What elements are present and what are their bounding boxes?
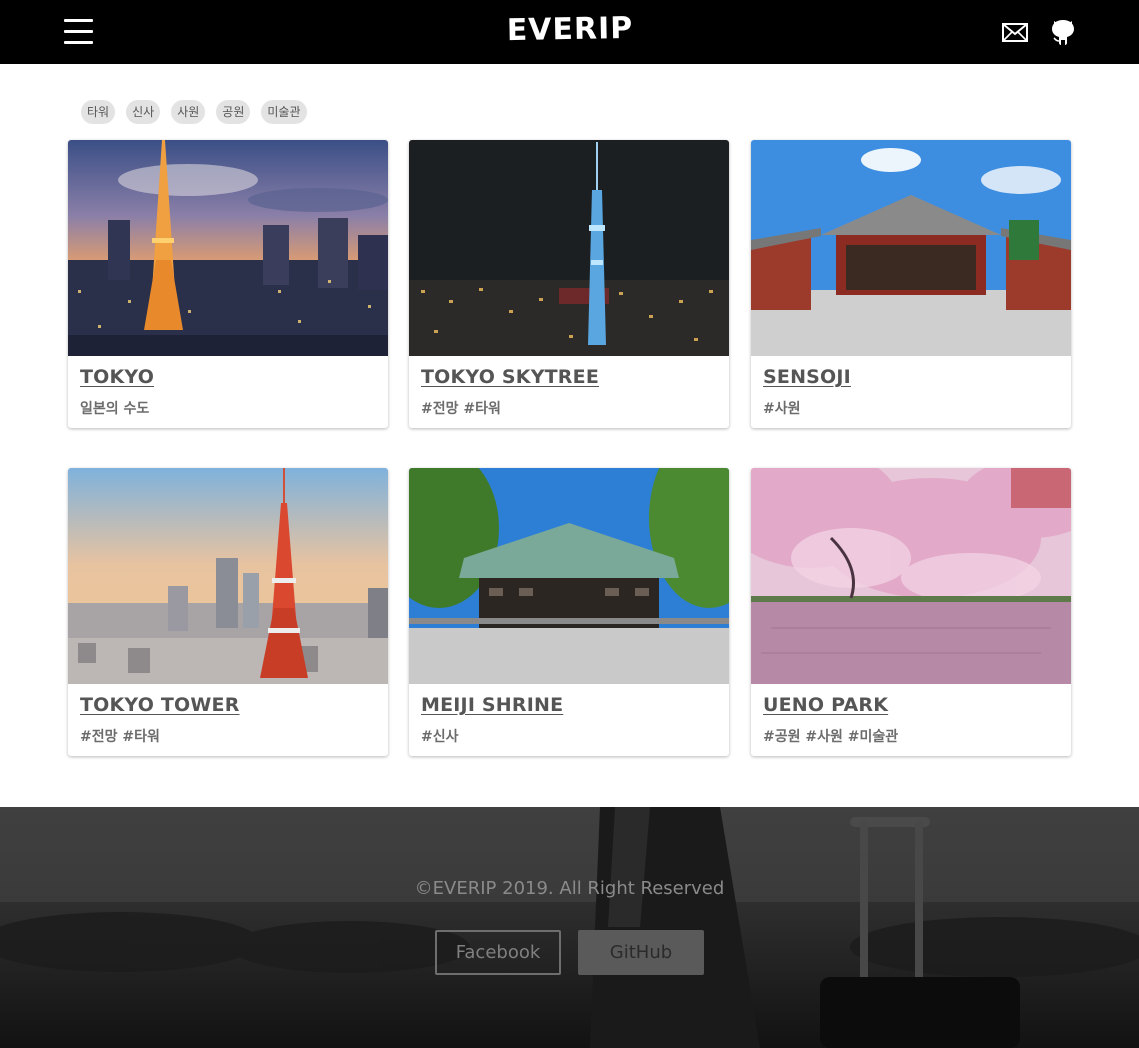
github-button[interactable]: GitHub (578, 930, 704, 975)
sensoji-temple-image (751, 140, 1071, 356)
place-card-meiji-shrine[interactable]: MEIJI SHRINE #신사 (409, 468, 729, 756)
footer-background-image (0, 807, 1139, 1048)
tag-shrine[interactable]: 신사 (126, 100, 161, 124)
hamburger-menu-icon[interactable] (64, 19, 93, 45)
card-subtitle: #전망 #타워 (421, 401, 501, 417)
mail-icon[interactable] (1002, 23, 1028, 42)
facebook-button[interactable]: Facebook (435, 930, 561, 975)
place-card-tokyo[interactable]: TOKYO 일본의 수도 (68, 140, 388, 428)
card-title[interactable]: SENSOJI (763, 366, 851, 388)
card-title[interactable]: TOKYO SKYTREE (421, 366, 599, 388)
copyright-text: ©EVERIP 2019. All Right Reserved (414, 878, 725, 899)
card-subtitle: #신사 (421, 729, 459, 745)
site-footer: ©EVERIP 2019. All Right Reserved Faceboo… (0, 807, 1139, 1048)
top-navigation-bar: EVERIP (0, 0, 1139, 64)
card-subtitle: #사원 (763, 401, 801, 417)
tag-temple[interactable]: 사원 (171, 100, 206, 124)
github-icon[interactable] (1050, 18, 1076, 46)
site-logo[interactable]: EVERIP (470, 10, 671, 48)
tag-filter-bar: 타워 신사 사원 공원 미술관 (81, 100, 318, 124)
tokyo-tower-sunset-image (68, 468, 388, 684)
place-card-tokyo-skytree[interactable]: TOKYO SKYTREE #전망 #타워 (409, 140, 729, 428)
card-title[interactable]: UENO PARK (763, 694, 888, 716)
tag-park[interactable]: 공원 (216, 100, 251, 124)
place-card-ueno-park[interactable]: UENO PARK #공원 #사원 #미술관 (751, 468, 1071, 756)
tag-museum[interactable]: 미술관 (261, 100, 307, 124)
card-subtitle: #전망 #타워 (80, 729, 160, 745)
tokyo-skyline-image (68, 140, 388, 356)
ueno-park-cherry-blossom-image (751, 468, 1071, 684)
card-title[interactable]: TOKYO TOWER (80, 694, 240, 716)
place-card-tokyo-tower[interactable]: TOKYO TOWER #전망 #타워 (68, 468, 388, 756)
card-subtitle: 일본의 수도 (80, 401, 150, 417)
card-title[interactable]: TOKYO (80, 366, 154, 388)
tag-tower[interactable]: 타워 (81, 100, 116, 124)
card-subtitle: #공원 #사원 #미술관 (763, 729, 899, 745)
place-card-sensoji[interactable]: SENSOJI #사원 (751, 140, 1071, 428)
card-title[interactable]: MEIJI SHRINE (421, 694, 563, 716)
meiji-shrine-image (409, 468, 729, 684)
skytree-night-image (409, 140, 729, 356)
